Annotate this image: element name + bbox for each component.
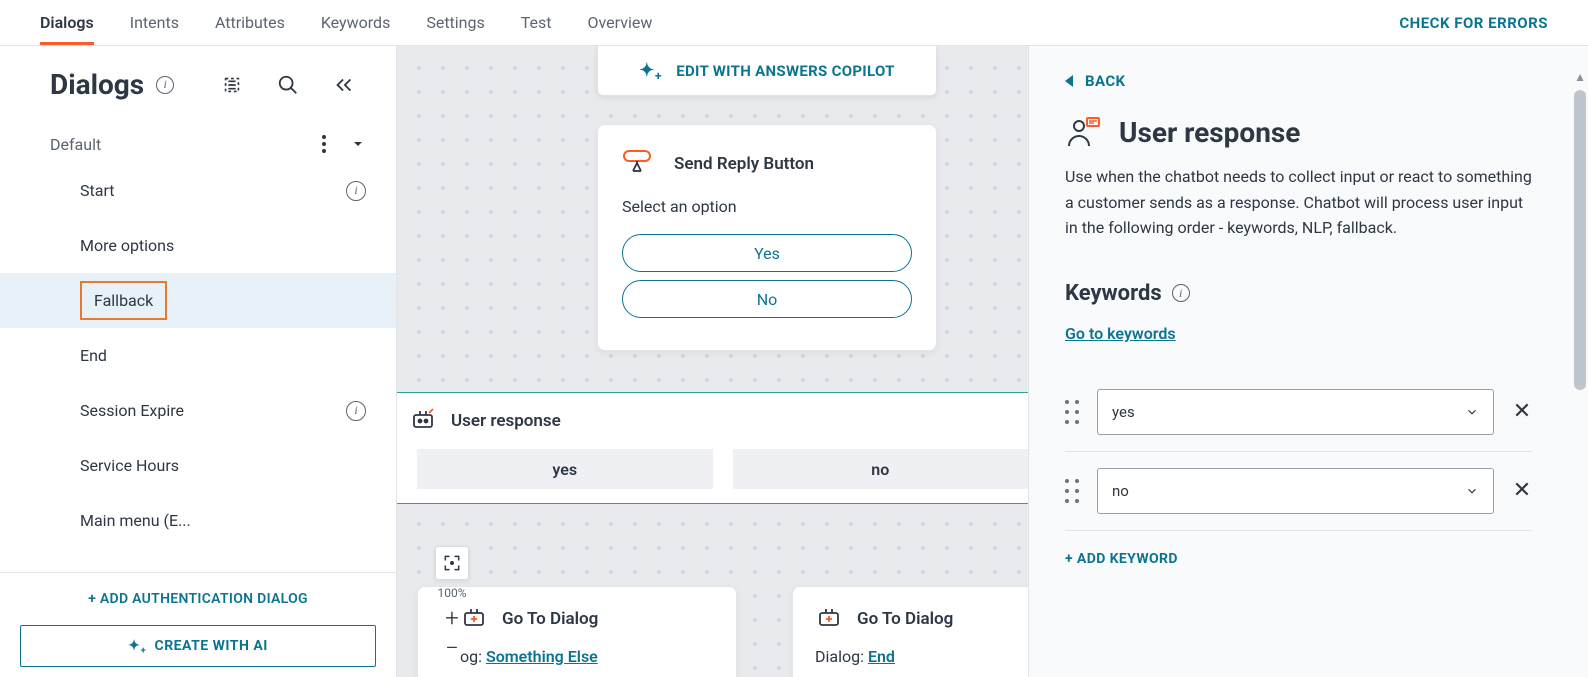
add-keyword-button[interactable]: + ADD KEYWORD xyxy=(1065,551,1532,567)
card-title: Go To Dialog xyxy=(857,609,953,629)
nav-tabs: Dialogs Intents Attributes Keywords Sett… xyxy=(40,0,652,45)
tab-dialogs[interactable]: Dialogs xyxy=(40,0,94,45)
goto-dialog-card-b[interactable]: Go To Dialog Dialog: End xyxy=(792,586,1028,677)
chevron-down-icon[interactable] xyxy=(350,136,366,152)
reply-prompt: Select an option xyxy=(622,197,912,216)
dialog-label: Fallback xyxy=(80,281,167,320)
create-with-ai-button[interactable]: ✦₊CREATE WITH AI xyxy=(20,625,376,667)
tab-attributes[interactable]: Attributes xyxy=(215,0,285,45)
info-icon[interactable]: i xyxy=(1172,284,1190,302)
chevron-down-icon xyxy=(1465,405,1479,419)
zoom-in-button[interactable]: + xyxy=(445,606,459,630)
zoom-label: 100% xyxy=(437,586,466,600)
dialog-label: More options xyxy=(80,236,174,255)
dialog-label: Session Expire xyxy=(80,401,184,420)
search-icon[interactable] xyxy=(276,73,300,97)
right-scrollbar[interactable] xyxy=(1574,90,1586,390)
panel-description: Use when the chatbot needs to collect in… xyxy=(1065,164,1532,241)
back-caret-icon xyxy=(1065,75,1075,87)
card-title: Go To Dialog xyxy=(502,609,598,629)
tab-keywords[interactable]: Keywords xyxy=(321,0,391,45)
keyword-row: yes ✕ xyxy=(1065,373,1532,452)
keyword-row: no ✕ xyxy=(1065,452,1532,531)
dialog-label: Start xyxy=(80,181,114,200)
dialog-list: ▲ Start i More options Fallback End Sess… xyxy=(0,163,396,572)
dialog-label: Service Hours xyxy=(80,456,179,475)
goto-icon xyxy=(815,605,843,633)
top-nav: Dialogs Intents Attributes Keywords Sett… xyxy=(0,0,1588,46)
tab-settings[interactable]: Settings xyxy=(426,0,484,45)
keyword-select[interactable]: yes xyxy=(1097,389,1494,435)
group-name: Default xyxy=(50,135,101,154)
goto-link[interactable]: Something Else xyxy=(486,647,598,666)
sidebar-title: Dialogs xyxy=(50,68,144,101)
sparkle-icon: ✦₊ xyxy=(128,638,146,654)
check-errors-button[interactable]: CHECK FOR ERRORS xyxy=(1399,14,1548,32)
sidebar: Dialogs i Default ▲ Star xyxy=(0,46,397,677)
user-response-icon xyxy=(1065,114,1101,150)
select-all-icon[interactable] xyxy=(220,73,244,97)
canvas[interactable]: ✦₊ EDIT WITH ANSWERS COPILOT Send Reply … xyxy=(397,46,1028,677)
dialog-group-row[interactable]: Default xyxy=(0,121,396,163)
keyword-value: no xyxy=(1112,482,1129,500)
reply-option-no[interactable]: No xyxy=(622,280,912,318)
info-icon[interactable]: i xyxy=(156,76,174,94)
dialog-item-more-options[interactable]: More options xyxy=(0,218,396,273)
dialog-item-start[interactable]: Start i xyxy=(0,163,396,218)
dialog-label: Dialog: xyxy=(815,647,868,666)
tab-overview[interactable]: Overview xyxy=(588,0,653,45)
block-title: User response xyxy=(451,411,561,431)
user-response-icon xyxy=(409,407,437,435)
branch-no[interactable]: no xyxy=(733,449,1029,489)
keywords-heading: Keywords xyxy=(1065,281,1162,306)
tab-intents[interactable]: Intents xyxy=(130,0,179,45)
goto-link[interactable]: End xyxy=(868,647,895,666)
sparkle-icon: ✦₊ xyxy=(639,60,662,81)
zoom-fit-button[interactable] xyxy=(435,546,469,580)
user-response-block[interactable]: User response yes no xyxy=(397,392,1028,504)
dialog-item-fallback[interactable]: Fallback xyxy=(0,273,396,328)
drag-handle-icon[interactable] xyxy=(1065,479,1079,503)
scroll-up-icon[interactable]: ▲ xyxy=(1574,70,1586,84)
copilot-label: EDIT WITH ANSWERS COPILOT xyxy=(676,62,894,80)
dialog-item-service-hours[interactable]: Service Hours xyxy=(0,438,396,493)
keyword-select[interactable]: no xyxy=(1097,468,1494,514)
dialog-label: Main menu (E... xyxy=(80,511,191,530)
card-title: Send Reply Button xyxy=(674,154,814,174)
edit-copilot-button[interactable]: ✦₊ EDIT WITH ANSWERS COPILOT xyxy=(597,46,937,96)
tab-test[interactable]: Test xyxy=(521,0,552,45)
dialog-label: End xyxy=(80,346,107,365)
drag-handle-icon[interactable] xyxy=(1065,400,1079,424)
dialog-item-end[interactable]: End xyxy=(0,328,396,383)
branch-yes[interactable]: yes xyxy=(417,449,713,489)
dialog-item-session-expire[interactable]: Session Expire i xyxy=(0,383,396,438)
dialog-item-main-menu[interactable]: Main menu (E... xyxy=(0,493,396,548)
zoom-out-button[interactable]: − xyxy=(445,636,459,660)
chevron-down-icon xyxy=(1465,484,1479,498)
delete-keyword-button[interactable]: ✕ xyxy=(1512,481,1532,501)
reply-option-yes[interactable]: Yes xyxy=(622,234,912,272)
reply-button-icon xyxy=(622,149,658,179)
kebab-icon[interactable] xyxy=(318,131,330,157)
collapse-icon[interactable] xyxy=(332,73,356,97)
zoom-controls: 100% + − xyxy=(435,546,469,660)
panel-title: User response xyxy=(1119,116,1300,149)
right-panel: ▲ BACK User response Use when the chatbo… xyxy=(1028,46,1588,677)
info-icon[interactable]: i xyxy=(346,401,366,421)
delete-keyword-button[interactable]: ✕ xyxy=(1512,402,1532,422)
back-button[interactable]: BACK xyxy=(1065,72,1532,90)
send-reply-card[interactable]: Send Reply Button Select an option Yes N… xyxy=(597,124,937,351)
add-authentication-button[interactable]: + ADD AUTHENTICATION DIALOG xyxy=(0,572,396,625)
keyword-value: yes xyxy=(1112,403,1135,421)
info-icon[interactable]: i xyxy=(346,181,366,201)
go-to-keywords-link[interactable]: Go to keywords xyxy=(1065,324,1176,343)
